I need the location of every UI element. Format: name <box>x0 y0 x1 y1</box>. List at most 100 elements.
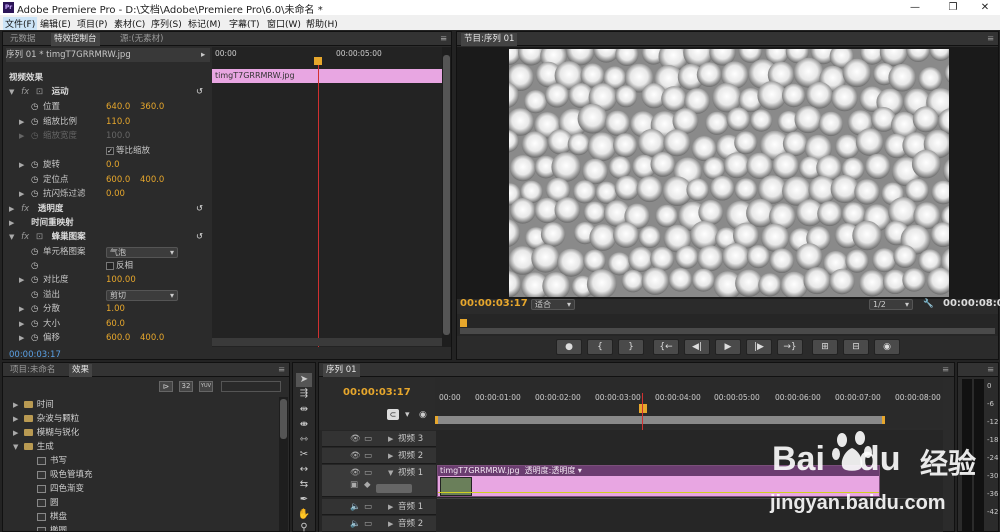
accelerated-filter-icon[interactable]: ⊳ <box>159 381 173 392</box>
cell-pattern-select[interactable]: 气泡 ▾ <box>106 247 178 258</box>
horizontal-scrollbar[interactable] <box>212 338 442 346</box>
add-marker-button[interactable]: ● <box>556 339 582 355</box>
stopwatch-icon[interactable]: ◷ <box>31 129 38 143</box>
panel-menu-icon[interactable]: ≡ <box>984 33 997 46</box>
stopwatch-icon[interactable]: ◷ <box>31 173 38 187</box>
zoom-tool-icon[interactable]: ⚲ <box>296 521 312 532</box>
track-select-tool-icon[interactable]: ⇶ <box>296 387 312 401</box>
work-area-bar[interactable] <box>435 416 885 424</box>
tree-effect-write-on[interactable]: 书写 <box>37 455 67 468</box>
extract-button[interactable]: ⊟ <box>843 339 869 355</box>
razor-tool-icon[interactable]: ✂ <box>296 448 312 462</box>
timeline-timecode[interactable]: 00:00:03:17 <box>343 386 411 400</box>
playhead-handle[interactable] <box>639 404 647 413</box>
offset-y-value[interactable]: 400.0 <box>140 331 164 345</box>
effect-clip-bar[interactable]: timgT7GRRMRW.jpg <box>212 69 442 83</box>
close-button[interactable]: ✕ <box>970 0 1000 15</box>
expand-triangle-icon[interactable]: ▶ <box>13 429 18 437</box>
menu-file[interactable]: 文件(F) <box>3 17 38 30</box>
panel-menu-icon[interactable]: ≡ <box>984 364 997 377</box>
cell-pattern-row[interactable]: ▼ fx ⊡ 蜂巢图案 <box>9 230 86 244</box>
fit-select[interactable]: 适合 ▾ <box>531 299 575 310</box>
tab-program[interactable]: 节目:序列 01 <box>461 33 518 46</box>
expand-triangle-icon[interactable]: ▶ <box>19 302 24 316</box>
eye-icon[interactable]: 👁 <box>350 448 361 464</box>
menu-help[interactable]: 帮助(H) <box>306 17 338 30</box>
menu-project[interactable]: 项目(P) <box>77 17 107 30</box>
track-header-audio-1[interactable]: 🔈 ▭ ▶ 音频 1 <box>322 499 436 515</box>
tree-effect-circle[interactable]: 圆 <box>37 497 59 510</box>
anchor-y-value[interactable]: 400.0 <box>140 173 164 187</box>
track-header-audio-2[interactable]: 🔈 ▭ ▶ 音频 2 <box>322 516 436 532</box>
size-value[interactable]: 60.0 <box>106 317 125 331</box>
tree-folder-time[interactable]: ▶ 时间 <box>13 399 54 412</box>
lock-icon[interactable]: ▭ <box>364 431 372 447</box>
stopwatch-icon[interactable]: ◷ <box>31 100 38 114</box>
speaker-icon[interactable]: 🔈 <box>350 499 361 515</box>
expand-triangle-icon[interactable]: ▶ <box>19 129 24 143</box>
go-to-in-button[interactable]: {← <box>653 339 679 355</box>
stopwatch-icon[interactable]: ◷ <box>31 317 38 331</box>
program-scrub-bar[interactable] <box>457 314 998 336</box>
effect-timeline[interactable]: 00:00 00:00:05:00 timgT7GRRMRW.jpg <box>212 47 442 347</box>
mask-icon[interactable]: ⊡ <box>36 232 43 242</box>
clip-effect-label[interactable]: 透明度:透明度 ▾ <box>525 466 582 475</box>
panel-menu-icon[interactable]: ≡ <box>437 33 450 46</box>
lock-icon[interactable]: ▭ <box>364 499 372 515</box>
expand-triangle-icon[interactable]: ▶ <box>19 187 24 201</box>
panel-menu-icon[interactable]: ≡ <box>275 364 288 377</box>
lock-icon[interactable]: ▭ <box>364 448 372 464</box>
flicker-value[interactable]: 0.00 <box>106 187 125 201</box>
expand-triangle-icon[interactable]: ▶ <box>388 516 393 532</box>
rate-stretch-tool-icon[interactable]: ⇿ <box>296 433 312 447</box>
mark-in-button[interactable]: { <box>587 339 613 355</box>
collapse-triangle-icon[interactable]: ▼ <box>9 233 14 241</box>
step-forward-button[interactable]: |▶ <box>746 339 772 355</box>
tab-effects[interactable]: 效果 <box>69 364 93 377</box>
expand-triangle-icon[interactable]: ▶ <box>13 401 18 409</box>
stopwatch-icon[interactable]: ◷ <box>31 288 38 302</box>
collapse-triangle-icon[interactable]: ▼ <box>13 443 18 451</box>
overflow-select[interactable]: 剪切 ▾ <box>106 290 178 301</box>
stopwatch-icon[interactable]: ◷ <box>31 331 38 345</box>
timeline-ruler[interactable]: 00:00 00:00:01:00 00:00:02:00 00:00:03:0… <box>435 378 943 428</box>
stopwatch-icon[interactable]: ◷ <box>31 115 38 129</box>
expand-triangle-icon[interactable]: ▶ <box>9 219 14 227</box>
invert-checkbox[interactable]: 反相 <box>106 259 133 273</box>
playhead-handle[interactable] <box>460 319 467 327</box>
reset-icon[interactable]: ↺ <box>196 85 203 99</box>
tree-folder-blur[interactable]: ▶ 模糊与锐化 <box>13 427 79 440</box>
expand-triangle-icon[interactable]: ▶ <box>19 273 24 287</box>
contrast-value[interactable]: 100.00 <box>106 273 136 287</box>
menu-edit[interactable]: 编辑(E) <box>40 17 71 30</box>
go-to-out-button[interactable]: →} <box>777 339 803 355</box>
disperse-value[interactable]: 1.00 <box>106 302 125 316</box>
video-viewport[interactable] <box>457 47 998 299</box>
expand-triangle-icon[interactable]: ▶ <box>388 499 393 515</box>
tree-scrollbar[interactable] <box>279 397 288 531</box>
yuv-filter-icon[interactable]: YUV <box>199 381 213 392</box>
vertical-scrollbar[interactable] <box>442 47 451 347</box>
uniform-scale-checkbox[interactable]: ✓ 等比缩放 <box>106 144 150 158</box>
program-timecode[interactable]: 00:00:03:17 <box>460 297 528 311</box>
scale-value[interactable]: 110.0 <box>106 115 130 129</box>
snap-icon[interactable]: ⊂ <box>387 409 399 420</box>
expand-triangle-icon[interactable]: ▶ <box>388 431 393 447</box>
tree-folder-noise[interactable]: ▶ 杂波与颗粒 <box>13 413 79 426</box>
track-header-video-1[interactable]: 👁 ▭ ▼ 视频 1 ▣ ◆ <box>322 465 436 497</box>
display-style-icon[interactable]: ▣ <box>350 477 358 493</box>
menu-marker[interactable]: 标记(M) <box>188 17 221 30</box>
expand-triangle-icon[interactable]: ▶ <box>13 415 18 423</box>
tree-effect-eyedropper-fill[interactable]: 吸色管填充 <box>37 469 93 482</box>
keyframe-icon[interactable]: ◆ <box>364 477 371 493</box>
mark-out-button[interactable]: } <box>618 339 644 355</box>
slip-tool-icon[interactable]: ↔ <box>296 463 312 477</box>
opacity-row[interactable]: ▶ fx 透明度 <box>9 202 63 216</box>
expand-triangle-icon[interactable]: ▶ <box>19 317 24 331</box>
anchor-x-value[interactable]: 600.0 <box>106 173 130 187</box>
collapse-triangle-icon[interactable]: ▼ <box>9 88 14 96</box>
motion-transform-icon[interactable]: ⊡ <box>36 87 43 97</box>
tree-effect-checkerboard[interactable]: 棋盘 <box>37 511 67 524</box>
stopwatch-icon[interactable]: ◷ <box>31 259 38 273</box>
expand-triangle-icon[interactable]: ▶ <box>9 205 14 213</box>
